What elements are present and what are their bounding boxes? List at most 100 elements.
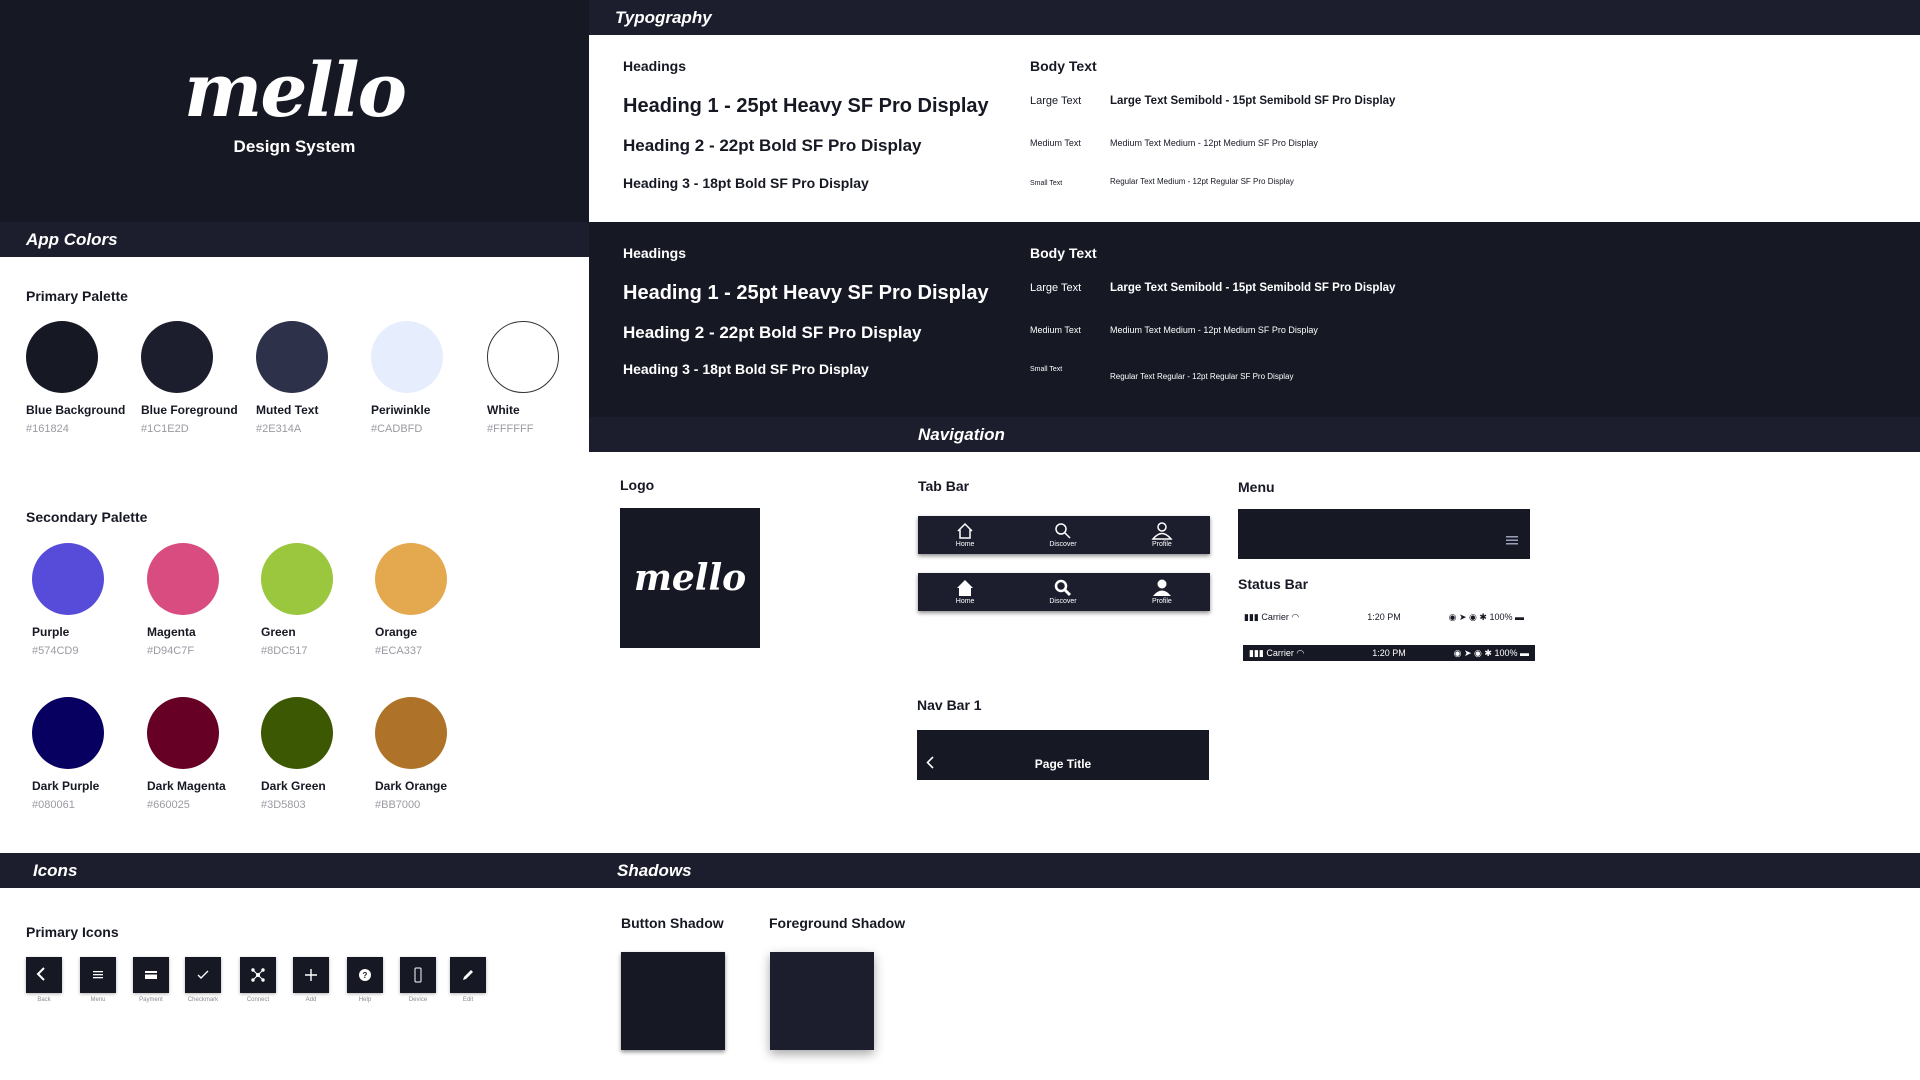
secondary-swatch: Green #8DC517 [261,543,333,657]
home-filled-icon [957,580,974,596]
color-hex: #1C1E2D [141,423,189,435]
connect-icon[interactable] [240,957,276,993]
edit-icon[interactable] [450,957,486,993]
color-name: Magenta [147,625,196,639]
checkmark-icon[interactable] [185,957,221,993]
icon-sample-device: Device [393,957,443,1003]
hamburger-menu-icon[interactable] [1506,536,1518,545]
medium-text-sample-dark: Medium Text Medium - 12pt Medium SF Pro … [1110,325,1318,335]
color-name: White [487,403,520,417]
logo-tile: mello [620,508,760,648]
heading-1-sample: Heading 1 - 25pt Heavy SF Pro Display [623,95,989,117]
secondary-swatch: Purple #574CD9 [32,543,104,657]
secondary-palette-title: Secondary Palette [26,509,148,525]
foreground-shadow-title: Foreground Shadow [769,915,906,931]
menu-title: Menu [1238,479,1275,495]
color-hex: #CADBFD [371,423,423,435]
tab-discover-filled[interactable]: Discover [1049,579,1077,605]
color-circle [32,543,104,615]
heading-2-sample-dark: Heading 2 - 22pt Bold SF Pro Display [623,323,922,342]
color-circle [147,697,219,769]
color-name: Blue Foreground [141,403,238,417]
carrier-label: Carrier [1266,647,1294,658]
primary-swatch: Blue Foreground #1C1E2D [141,321,238,435]
tab-home-filled[interactable]: Home [955,579,975,605]
device-icon[interactable] [400,957,436,993]
menu-bar [1238,509,1530,559]
battery-percent: 100% [1494,647,1518,658]
color-name: Orange [375,625,418,639]
tab-bar-outline: Home Discover Profile [918,516,1210,554]
typography-section-title: Typography [615,7,712,27]
navigation-section-header: Navigation [589,417,1920,452]
tab-discover-outline[interactable]: Discover [1049,522,1077,548]
icon-label: Payment [139,997,163,1003]
icon-label: Menu [90,997,106,1003]
tab-profile-outline[interactable]: Profile [1151,522,1173,548]
primary-icons-title: Primary Icons [26,924,119,940]
icon-sample-connect: Connect [233,957,283,1003]
secondary-swatch: Dark Magenta #660025 [147,697,226,811]
tab-discover-label: Discover [1049,541,1077,548]
status-time: 1:20 PM [1372,648,1406,658]
color-circle [487,321,559,393]
small-text-label: Small Text [1030,180,1063,187]
color-name: Dark Green [261,779,326,793]
search-filled-icon [1054,579,1072,597]
battery-icon: ▬ [1514,611,1524,622]
nav-bar-1: Page Title [917,730,1209,780]
help-icon[interactable]: ? [347,957,383,993]
color-hex: #D94C7F [147,645,195,657]
color-hex: #ECA337 [375,645,423,657]
foreground-shadow-sample [770,952,874,1050]
nav-bar-page-title: Page Title [1034,757,1092,771]
primary-swatch: Blue Background #161824 [26,321,125,435]
brand-hero: mello Design System [0,0,589,222]
medium-text-label-dark: Medium Text [1030,325,1081,335]
tab-bar-title: Tab Bar [918,478,970,494]
secondary-swatch: Dark Green #3D5803 [261,697,333,811]
color-name: Dark Magenta [147,779,226,793]
battery-percent: 100% [1489,611,1513,622]
color-name: Periwinkle [371,403,431,417]
back-icon[interactable] [26,957,62,993]
icons-section-header: Icons [0,853,589,888]
nav-bar-title: Nav Bar 1 [917,697,982,713]
home-outline-icon [957,522,973,539]
color-circle [375,697,447,769]
icon-label: Connect [246,997,270,1003]
primary-palette-title: Primary Palette [26,288,128,304]
status-time: 1:20 PM [1367,612,1401,622]
heading-3-sample: Heading 3 - 18pt Bold SF Pro Display [623,175,869,191]
heading-1-sample-dark: Heading 1 - 25pt Heavy SF Pro Display [623,282,989,304]
headings-title: Headings [623,58,687,74]
heading-3-sample-dark: Heading 3 - 18pt Bold SF Pro Display [623,361,869,377]
icon-sample-back: Back [19,957,69,1003]
color-hex: #161824 [26,423,69,435]
tab-profile-filled[interactable]: Profile [1151,579,1173,605]
color-name: Purple [32,625,70,639]
status-icons: ◉ ➤ ◉ ✱ [1448,611,1487,622]
menu-icon[interactable] [80,957,116,993]
color-hex: #FFFFFF [487,423,534,435]
svg-text:?: ? [363,971,368,980]
typography-section-header: Typography [589,0,1920,35]
medium-text-sample: Medium Text Medium - 12pt Medium SF Pro … [1110,138,1318,148]
primary-swatch: Muted Text #2E314A [256,321,328,435]
payment-icon[interactable] [133,957,169,993]
color-hex: #2E314A [256,423,302,435]
color-hex: #3D5803 [261,799,306,811]
add-icon[interactable] [293,957,329,993]
large-text-label: Large Text [1030,95,1082,107]
tab-home-label: Home [955,541,975,548]
icon-label: Device [408,997,428,1003]
wifi-icon: ◠ [1296,647,1305,658]
app-colors-section-title: App Colors [26,229,118,249]
tab-home-outline[interactable]: Home [955,522,975,548]
tab-bar-filled: Home Discover Profile [918,573,1210,611]
large-text-sample-dark: Large Text Semibold - 15pt Semibold SF P… [1110,282,1396,294]
color-name: Dark Orange [375,779,448,793]
color-circle [141,321,213,393]
icon-sample-add: Add [286,957,336,1003]
color-circle [261,697,333,769]
